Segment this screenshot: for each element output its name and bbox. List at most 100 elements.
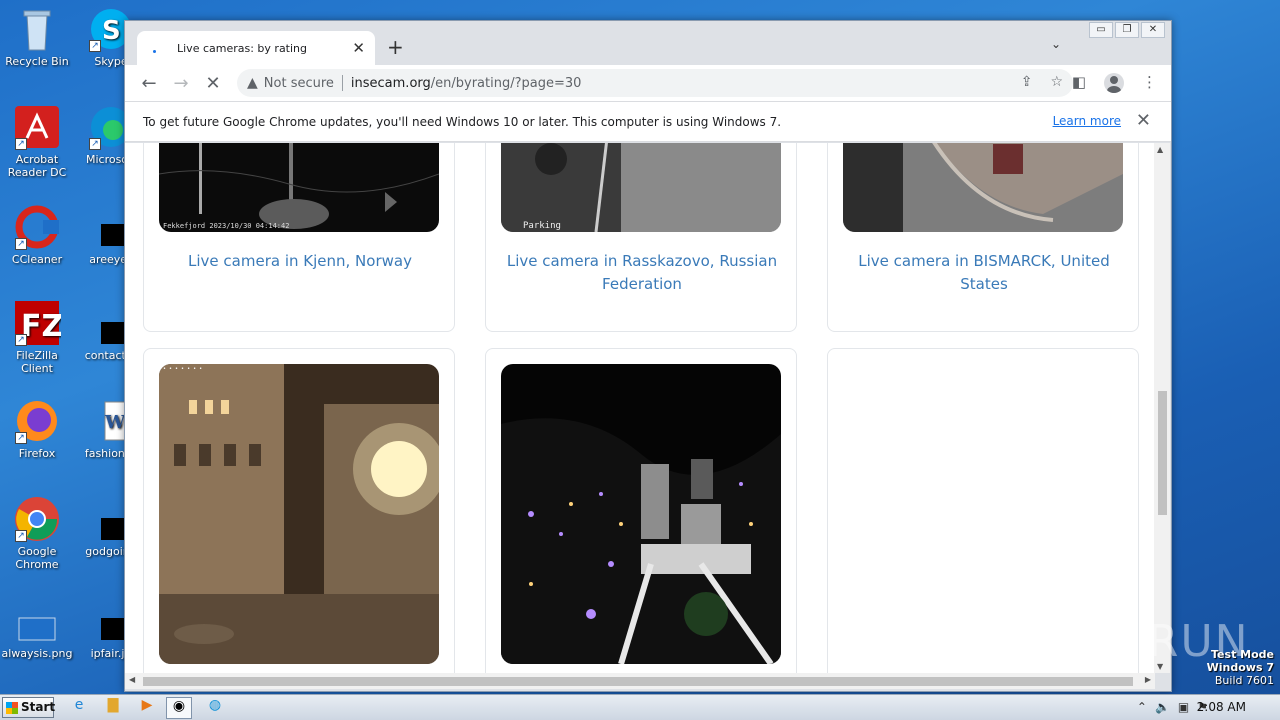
scroll-right-arrow-icon[interactable]: ▶: [1145, 675, 1151, 684]
desktop-icon-label: alwaysis.png: [1, 647, 73, 660]
horizontal-scroll-thumb[interactable]: [143, 677, 1133, 686]
edge-taskbar-icon[interactable]: ◍: [202, 697, 228, 719]
share-icon[interactable]: ⇪: [1021, 74, 1033, 90]
url-text[interactable]: insecam.org/en/byrating/?page=30: [351, 76, 582, 91]
url-path: /en/byrating/?page=30: [430, 75, 582, 91]
internet-explorer-icon[interactable]: e: [66, 697, 92, 719]
restore-button[interactable]: ❐: [1115, 22, 1139, 38]
camera-thumbnail[interactable]: • • • • • • •: [159, 364, 439, 664]
desktop-icon-recycle-bin[interactable]: Recycle Bin: [0, 6, 74, 68]
toolbar-right-actions: ◧ ⋮: [1072, 73, 1157, 93]
desktop-icon-ccleaner[interactable]: ↗ CCleaner: [0, 204, 74, 266]
close-window-button[interactable]: ✕: [1141, 22, 1165, 38]
infobar-message: To get future Google Chrome updates, you…: [143, 114, 782, 129]
loading-spinner-icon: [147, 40, 163, 56]
ccleaner-icon: ↗: [13, 204, 61, 250]
vertical-scrollbar[interactable]: ▲ ▼: [1154, 143, 1170, 673]
warning-triangle-icon[interactable]: ▲: [247, 75, 258, 91]
forward-arrow-icon[interactable]: →: [165, 73, 197, 94]
camera-link-rasskazovo[interactable]: Live camera in Rasskazovo, Russian Feder…: [496, 250, 788, 296]
acrobat-icon: ↗: [13, 104, 61, 150]
filezilla-icon: FZ ↗: [13, 300, 63, 346]
svg-text:W: W: [104, 412, 126, 433]
omnibox-separator: [341, 75, 343, 91]
minimize-button[interactable]: ▭: [1089, 22, 1113, 38]
page-content: Fekkefjord 2023/10/30 04:14:42 Live came…: [125, 143, 1155, 673]
camera-card: Parking Live camera in Rasskazovo, Russi…: [485, 143, 797, 332]
desktop-icon-firefox[interactable]: ↗ Firefox: [0, 398, 74, 460]
start-button[interactable]: Start: [2, 697, 55, 718]
camera-card: Fekkefjord 2023/10/30 04:14:42 Live came…: [143, 143, 455, 332]
camera-link-bismarck[interactable]: Live camera in BISMARCK, United States: [838, 250, 1130, 296]
camera-image-kjenn: Fekkefjord 2023/10/30 04:14:42: [159, 143, 439, 232]
desktop-icon-acrobat[interactable]: ↗ Acrobat Reader DC: [0, 104, 74, 179]
svg-text:• • • • • • •: • • • • • • •: [163, 366, 202, 372]
firefox-icon: ↗: [13, 398, 61, 444]
desktop-icon-label: Firefox: [18, 447, 56, 460]
camera-card: [485, 348, 797, 673]
camera-thumbnail[interactable]: [843, 143, 1123, 232]
learn-more-link[interactable]: Learn more: [1053, 114, 1121, 128]
camera-card: • • • • • • •: [143, 348, 455, 673]
recycle-bin-icon: [13, 6, 61, 52]
browser-window: ▭ ❐ ✕ Live cameras: by rating ✕ + ⌄ ← → …: [124, 20, 1172, 692]
windows-test-mode-watermark: Test Mode Windows 7 Build 7601: [1207, 648, 1274, 687]
taskbar: Start e ▇ ▶ ◉ ◍ ⌃ 🔈 ▣ ⚑ 2:08 AM: [0, 694, 1280, 720]
desktop-icon-label: Acrobat Reader DC: [7, 153, 67, 179]
back-arrow-icon[interactable]: ←: [133, 73, 165, 94]
scroll-left-arrow-icon[interactable]: ◀: [129, 675, 135, 684]
camera-image-rasskazovo: Parking: [501, 143, 781, 232]
camera-thumbnail[interactable]: [501, 364, 781, 664]
menu-kebab-icon[interactable]: ⋮: [1142, 73, 1157, 93]
camera-image-bismarck: [843, 143, 1123, 232]
not-secure-label[interactable]: Not secure: [264, 76, 334, 91]
chrome-icon: ↗: [13, 496, 61, 542]
watermark-line-2: Windows 7: [1206, 661, 1274, 674]
profile-avatar-icon[interactable]: [1104, 73, 1124, 93]
desktop-icon-filezilla[interactable]: FZ ↗ FileZilla Client: [0, 300, 74, 375]
scroll-up-arrow-icon[interactable]: ▲: [1157, 145, 1163, 154]
desktop-icon-label: Skype: [94, 55, 128, 68]
camera-image-city-night: [501, 364, 781, 664]
desktop-icon-label: CCleaner: [11, 253, 63, 266]
camera-timestamp: Fekkefjord 2023/10/30 04:14:42: [163, 222, 289, 230]
desktop-icon-label: Google Chrome: [15, 545, 59, 571]
bookmark-star-icon[interactable]: ☆: [1050, 74, 1063, 90]
tab-title: Live cameras: by rating: [177, 41, 308, 55]
camera-image-piazza-night: • • • • • • •: [159, 364, 439, 664]
browser-tab[interactable]: Live cameras: by rating ✕: [137, 31, 375, 65]
address-bar[interactable]: ▲ Not secure insecam.org/en/byrating/?pa…: [237, 69, 1073, 97]
side-panel-icon[interactable]: ◧: [1072, 73, 1086, 93]
stop-loading-icon[interactable]: ✕: [197, 73, 229, 94]
tab-search-chevron-icon[interactable]: ⌄: [1051, 37, 1061, 51]
window-controls: ▭ ❐ ✕: [1089, 22, 1165, 38]
volume-icon[interactable]: 🔈: [1155, 700, 1170, 714]
desktop-icon-label: Recycle Bin: [5, 55, 69, 68]
svg-text:FZ: FZ: [21, 309, 61, 344]
url-host: insecam.org: [350, 75, 431, 91]
watermark-line-3: Build 7601: [1214, 674, 1274, 687]
horizontal-scrollbar[interactable]: ◀ ▶: [125, 673, 1155, 689]
taskbar-clock[interactable]: 2:08 AM: [1197, 700, 1246, 714]
chrome-taskbar-icon[interactable]: ◉: [166, 697, 192, 719]
tray-expand-icon[interactable]: ⌃: [1137, 700, 1147, 714]
desktop-icon-chrome[interactable]: ↗ Google Chrome: [0, 496, 74, 571]
camera-overlay-text: Parking: [523, 221, 561, 231]
desktop-icon-alwaysis[interactable]: alwaysis.png: [0, 598, 74, 660]
infobar-close-icon[interactable]: ✕: [1136, 110, 1151, 131]
camera-thumbnail[interactable]: Parking: [501, 143, 781, 232]
new-tab-button[interactable]: +: [387, 35, 404, 59]
omnibox-actions: ⇪ ☆: [1021, 74, 1063, 90]
media-player-icon[interactable]: ▶: [134, 697, 160, 719]
image-file-icon: [13, 598, 61, 644]
svg-text:S: S: [102, 16, 121, 46]
camera-thumbnail[interactable]: Fekkefjord 2023/10/30 04:14:42: [159, 143, 439, 232]
camera-link-kjenn[interactable]: Live camera in Kjenn, Norway: [154, 250, 446, 273]
vertical-scroll-thumb[interactable]: [1158, 391, 1167, 515]
file-explorer-icon[interactable]: ▇: [100, 697, 126, 719]
tab-close-icon[interactable]: ✕: [352, 39, 365, 57]
browser-toolbar: ← → ✕ ▲ Not secure insecam.org/en/byrati…: [125, 65, 1171, 101]
watermark-line-1: Test Mode: [1211, 648, 1274, 661]
camera-card: Live camera in BISMARCK, United States: [827, 143, 1139, 332]
network-icon[interactable]: ▣: [1178, 700, 1189, 714]
